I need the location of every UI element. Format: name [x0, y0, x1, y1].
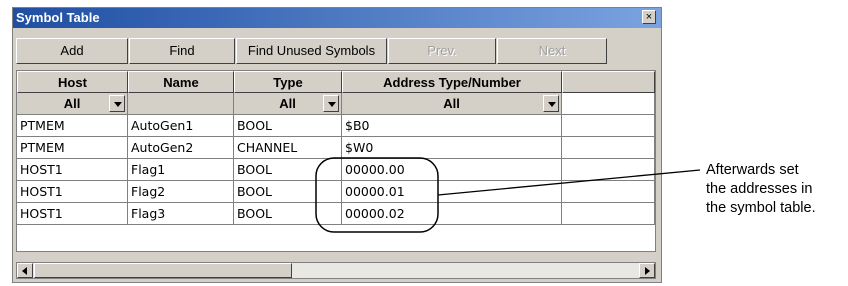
table-row[interactable]: PTMEM AutoGen2 CHANNEL $W0: [17, 137, 655, 159]
extra-cell: [562, 159, 655, 181]
find-unused-symbols-button[interactable]: Find Unused Symbols: [236, 38, 387, 64]
table-row[interactable]: HOST1 Flag3 BOOL 00000.02: [17, 203, 655, 225]
name-cell[interactable]: Flag1: [128, 159, 234, 181]
type-filter-dropdown-icon[interactable]: [323, 95, 339, 112]
address-cell[interactable]: $B0: [342, 115, 562, 137]
host-cell[interactable]: HOST1: [17, 181, 128, 203]
type-filter-value: All: [279, 96, 296, 111]
horizontal-scrollbar[interactable]: [16, 262, 656, 279]
host-cell[interactable]: PTMEM: [17, 115, 128, 137]
name-cell[interactable]: Flag2: [128, 181, 234, 203]
type-filter[interactable]: All: [234, 93, 342, 115]
close-icon: ×: [645, 11, 653, 23]
type-cell[interactable]: BOOL: [234, 203, 342, 225]
table-row[interactable]: HOST1 Flag2 BOOL 00000.01: [17, 181, 655, 203]
table-row[interactable]: PTMEM AutoGen1 BOOL $B0: [17, 115, 655, 137]
header-row: Host Name Type Address Type/Number: [17, 71, 655, 93]
add-button[interactable]: Add: [16, 38, 128, 64]
host-filter-dropdown-icon[interactable]: [109, 95, 125, 112]
name-cell[interactable]: AutoGen2: [128, 137, 234, 159]
close-button[interactable]: ×: [642, 10, 656, 24]
address-cell[interactable]: 00000.02: [342, 203, 562, 225]
extra-cell: [562, 203, 655, 225]
address-filter-dropdown-icon[interactable]: [543, 95, 559, 112]
toolbar: Add Find Find Unused Symbols Prev. Next: [13, 30, 661, 64]
address-cell[interactable]: 00000.01: [342, 181, 562, 203]
column-header-name[interactable]: Name: [128, 71, 234, 93]
host-cell[interactable]: HOST1: [17, 159, 128, 181]
annotation-note: Afterwards set the addresses in the symb…: [706, 161, 816, 218]
filter-extra: [562, 93, 655, 115]
type-cell[interactable]: BOOL: [234, 181, 342, 203]
address-cell[interactable]: $W0: [342, 137, 562, 159]
host-filter-value: All: [63, 96, 81, 111]
table-row[interactable]: HOST1 Flag1 BOOL 00000.00: [17, 159, 655, 181]
prev-button[interactable]: Prev.: [388, 38, 496, 64]
type-cell[interactable]: CHANNEL: [234, 137, 342, 159]
type-cell[interactable]: BOOL: [234, 115, 342, 137]
host-cell[interactable]: PTMEM: [17, 137, 128, 159]
name-cell[interactable]: Flag3: [128, 203, 234, 225]
filter-row: All All All: [17, 93, 655, 115]
extra-cell: [562, 115, 655, 137]
address-filter[interactable]: All: [342, 93, 562, 115]
annotation-line-2: the addresses in: [706, 181, 813, 197]
type-cell[interactable]: BOOL: [234, 159, 342, 181]
host-filter[interactable]: All: [17, 93, 128, 115]
symbol-table-window: Symbol Table × Add Find Find Unused Symb…: [12, 7, 662, 283]
annotation-line-1: Afterwards set: [706, 162, 799, 178]
scroll-left-arrow-icon[interactable]: [17, 263, 33, 278]
extra-cell: [562, 137, 655, 159]
extra-cell: [562, 181, 655, 203]
title-bar[interactable]: Symbol Table ×: [13, 8, 661, 28]
column-header-type[interactable]: Type: [234, 71, 342, 93]
scroll-right-arrow-icon[interactable]: [639, 263, 655, 278]
column-header-host[interactable]: Host: [17, 71, 128, 93]
symbol-grid: Host Name Type Address Type/Number All A…: [16, 70, 656, 252]
find-button[interactable]: Find: [129, 38, 235, 64]
scroll-thumb[interactable]: [34, 263, 292, 278]
host-cell[interactable]: HOST1: [17, 203, 128, 225]
name-filter[interactable]: [128, 93, 234, 115]
column-header-extra: [562, 71, 655, 93]
next-button[interactable]: Next: [497, 38, 607, 64]
name-cell[interactable]: AutoGen1: [128, 115, 234, 137]
column-header-address[interactable]: Address Type/Number: [342, 71, 562, 93]
address-filter-value: All: [443, 96, 460, 111]
annotation-line-3: the symbol table.: [706, 200, 816, 216]
window-title: Symbol Table: [16, 10, 100, 25]
address-cell[interactable]: 00000.00: [342, 159, 562, 181]
